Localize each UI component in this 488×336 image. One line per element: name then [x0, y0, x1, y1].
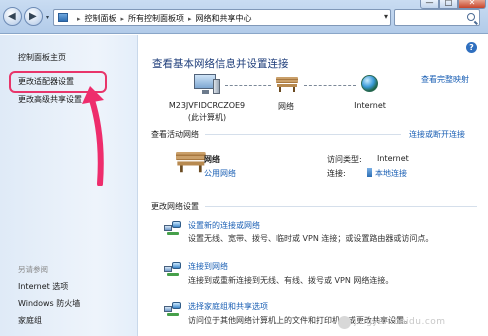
active-network-bench-icon — [176, 152, 206, 173]
access-type-label: 访问类型: — [327, 155, 362, 164]
address-toolbar: ◀ ▶ ▾ ▸ 控制面板 ▸ 所有控制面板项 ▸ 网络和共享中心 ▾ — □ ✕ — [0, 0, 488, 34]
maximize-button[interactable]: □ — [439, 0, 458, 9]
address-bar[interactable]: ▸ 控制面板 ▸ 所有控制面板项 ▸ 网络和共享中心 ▾ — [53, 9, 391, 26]
baidu-paw-icon — [338, 316, 351, 329]
main-content: ? 查看基本网络信息并设置连接 查看完整映射 M23JVFIDCRCZOE9 (… — [139, 35, 488, 336]
close-icon: ✕ — [468, 0, 476, 7]
task-connect-to-network[interactable]: 连接到网络 — [188, 261, 228, 272]
breadcrumb-separator-icon: ▸ — [77, 15, 81, 23]
watermark-text: jingyan.baidu.com — [354, 317, 446, 327]
breadcrumb-control-panel[interactable]: 控制面板 — [85, 14, 117, 23]
forward-arrow-icon: ▶ — [29, 11, 37, 22]
connections-label: 连接: — [327, 169, 346, 178]
breadcrumb-network-center[interactable]: 网络和共享中心 — [196, 14, 252, 23]
breadcrumb-all-items[interactable]: 所有控制面板项 — [128, 14, 184, 23]
connection-line — [225, 85, 271, 86]
watermark: jingyan.baidu.com — [338, 313, 486, 333]
active-network-name: 网络 — [204, 155, 220, 164]
minimize-icon: — — [425, 0, 434, 7]
sidebar-item-control-panel-home[interactable]: 控制面板主页 — [18, 52, 66, 63]
maximize-icon: □ — [444, 0, 453, 7]
internet-label: Internet — [354, 101, 386, 110]
homegroup-sharing-icon — [164, 302, 181, 317]
help-icon[interactable]: ? — [466, 42, 477, 53]
network-label: 网络 — [278, 102, 294, 111]
connect-disconnect-link[interactable]: 连接或断开连接 — [409, 129, 465, 140]
back-arrow-icon: ◀ — [8, 11, 16, 22]
see-also-heading: 另请参阅 — [18, 265, 48, 274]
network-type-link[interactable]: 公用网络 — [204, 168, 236, 179]
computer-tower-icon — [213, 79, 220, 94]
task-setup-new-connection-desc: 设置无线、宽带、拨号、临时或 VPN 连接；或设置路由器或访问点。 — [188, 234, 434, 243]
sidebar-item-homegroup[interactable]: 家庭组 — [18, 315, 42, 326]
control-panel-icon — [58, 13, 68, 22]
task-connect-to-network-desc: 连接到或重新连接到无线、有线、拨号或 VPN 网络连接。 — [188, 276, 394, 285]
network-bench-icon — [276, 77, 298, 92]
active-networks-heading: 查看活动网络 — [151, 130, 199, 139]
new-connection-icon — [164, 221, 181, 236]
local-connection-label: 本地连接 — [375, 169, 407, 178]
computer-sub-label: (此计算机) — [187, 113, 227, 122]
close-button[interactable]: ✕ — [458, 0, 486, 9]
breadcrumb: ▸ 控制面板 ▸ 所有控制面板项 ▸ 网络和共享中心 — [73, 13, 252, 24]
history-dropdown-icon[interactable]: ▾ — [46, 14, 49, 21]
task-setup-new-connection[interactable]: 设置新的连接或网络 — [188, 220, 260, 231]
breadcrumb-separator-icon: ▸ — [188, 15, 192, 23]
search-icon[interactable] — [467, 13, 475, 21]
sidebar-item-windows-firewall[interactable]: Windows 防火墙 — [18, 298, 80, 309]
section-divider — [205, 206, 477, 207]
computer-name: M23JVFIDCRCZOE9 — [168, 101, 246, 110]
forward-button[interactable]: ▶ — [24, 7, 43, 26]
access-type-value: Internet — [377, 154, 409, 163]
change-settings-heading: 更改网络设置 — [151, 202, 199, 211]
minimize-button[interactable]: — — [420, 0, 439, 9]
view-full-map-link[interactable]: 查看完整映射 — [421, 74, 469, 85]
sidebar-item-internet-options[interactable]: Internet 选项 — [18, 281, 68, 292]
search-input[interactable] — [394, 9, 480, 26]
ethernet-icon — [367, 168, 372, 177]
local-connection-link[interactable]: 本地连接 — [367, 168, 407, 179]
connection-line — [304, 85, 356, 86]
address-dropdown-icon[interactable]: ▾ — [384, 12, 388, 21]
task-homegroup-sharing[interactable]: 选择家庭组和共享选项 — [188, 301, 268, 312]
annotation-highlight-box — [9, 71, 107, 93]
internet-globe-icon — [361, 75, 378, 92]
breadcrumb-separator-icon: ▸ — [120, 15, 125, 23]
section-divider — [205, 134, 401, 135]
sidebar-item-change-advanced-sharing[interactable]: 更改高级共享设置 — [18, 94, 82, 105]
back-button[interactable]: ◀ — [3, 7, 22, 26]
page-title: 查看基本网络信息并设置连接 — [152, 58, 289, 70]
connect-network-icon — [164, 262, 181, 277]
